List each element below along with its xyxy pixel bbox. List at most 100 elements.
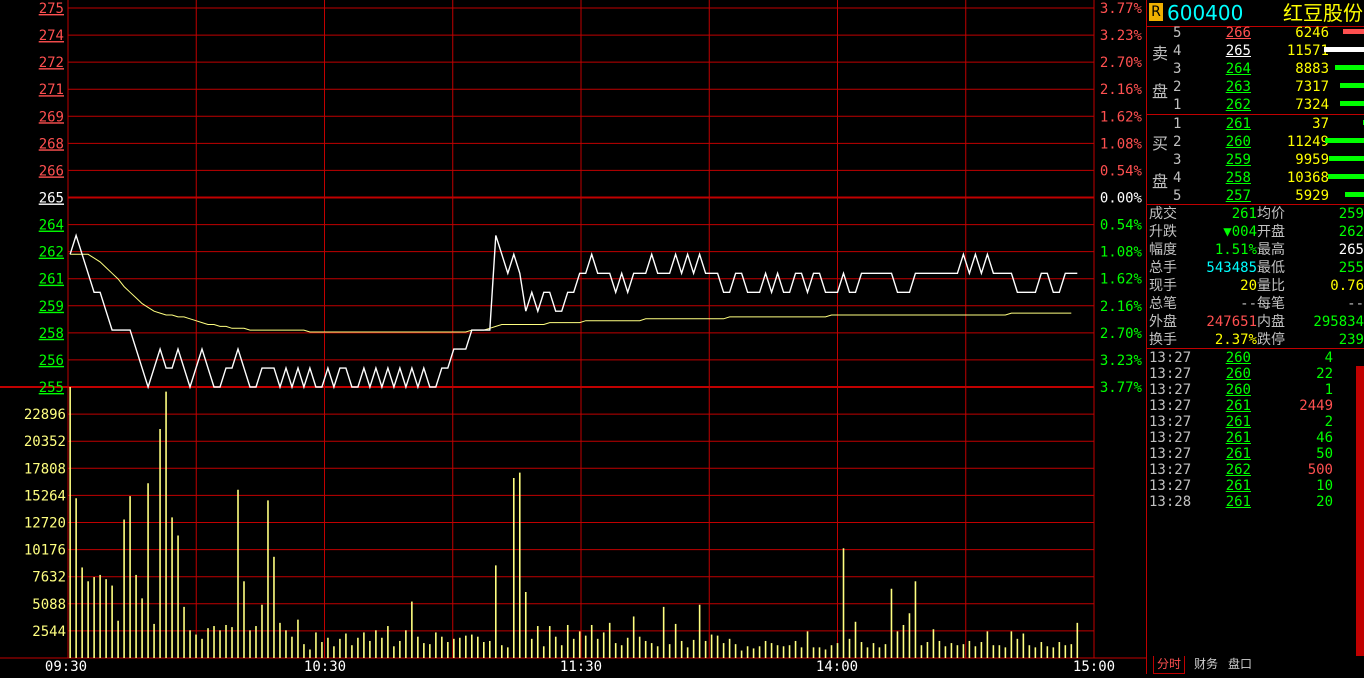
percent-tick-label: 0.54%	[1100, 218, 1143, 234]
sell-level-4[interactable]: 4 265 11571	[1147, 42, 1364, 60]
price-line	[69, 233, 1078, 390]
percent-tick-label: 2.16%	[1100, 82, 1143, 98]
level-volume: 6246	[1295, 25, 1329, 41]
stock-code[interactable]: 600400	[1167, 1, 1243, 25]
level-number: 4	[1173, 170, 1182, 186]
level-number: 3	[1173, 61, 1182, 77]
stat-value: 265	[1338, 242, 1364, 258]
percent-tick-label: 0.00%	[1100, 191, 1143, 207]
quote-panel: R 600400 红豆股份 卖 盘 买 盘 5 266 6246 4 265 11571 3…	[1146, 0, 1364, 674]
price-tick-label: 269	[39, 109, 64, 125]
stat-label: 升跌	[1149, 224, 1177, 240]
volume-tick-label: 7632	[32, 570, 66, 586]
volume-tick-label: 15264	[24, 488, 66, 504]
stock-name: 红豆股份	[1283, 1, 1363, 25]
level-number: 5	[1173, 188, 1182, 204]
stat-value: 262	[1338, 224, 1364, 240]
panel-tabs: 分时 财务 盘口	[1147, 656, 1364, 674]
r-badge-icon: R	[1149, 3, 1163, 21]
stat-row: 现手 20 量比 0.76	[1147, 277, 1364, 295]
level-volume: 37	[1312, 116, 1329, 132]
level-volume-bar	[1340, 101, 1364, 106]
buy-level-4[interactable]: 4 258 10368	[1147, 169, 1364, 187]
time-tick-label: 10:30	[304, 659, 346, 674]
tab-timeshare[interactable]: 分时	[1153, 656, 1186, 674]
stat-value: 0.76	[1330, 278, 1364, 294]
volume-tick-label: 5088	[32, 597, 66, 613]
tick-volume: 20	[1316, 494, 1333, 510]
price-tick-label: 265	[39, 191, 64, 207]
tab-handicap[interactable]: 盘口	[1225, 656, 1255, 673]
stat-value: --	[1240, 296, 1257, 312]
volume-tick-label: 22896	[24, 407, 66, 423]
level-volume: 7317	[1295, 79, 1329, 95]
volume-tick-label: 2544	[32, 624, 66, 640]
percent-tick-label: 3.77%	[1100, 380, 1143, 396]
sell-level-3[interactable]: 3 264 8883	[1147, 60, 1364, 78]
stat-row: 幅度 1.51% 最高 265	[1147, 241, 1364, 259]
stat-label: 内盘	[1257, 314, 1285, 330]
volume-tick-label: 17808	[24, 461, 66, 477]
level-price: 264	[1225, 61, 1251, 77]
stat-row: 升跌 ▼004 开盘 262	[1147, 223, 1364, 241]
level-volume: 9959	[1295, 152, 1329, 168]
tab-finance[interactable]: 财务	[1191, 656, 1221, 673]
buy-level-1[interactable]: 1 261 37	[1147, 115, 1364, 133]
stat-label: 最高	[1257, 242, 1285, 258]
level-price: 265	[1225, 43, 1251, 59]
sell-level-5[interactable]: 5 266 6246	[1147, 24, 1364, 42]
percent-tick-label: 1.62%	[1100, 109, 1143, 125]
intraday-chart[interactable]: 275 274 272 271 269 268 266 265 264 262 261 259 258 2…	[0, 0, 1146, 675]
stat-label: 开盘	[1257, 224, 1285, 240]
stat-value: 20	[1240, 278, 1257, 294]
price-tick-label: 274	[39, 28, 64, 44]
level-volume-bar	[1343, 29, 1364, 34]
stat-row: 总笔 -- 每笔 --	[1147, 295, 1364, 313]
volume-tick-label: 12720	[24, 516, 66, 532]
level-volume-bar	[1340, 83, 1364, 88]
level-price: 257	[1225, 188, 1251, 204]
chart-canvas[interactable]: 275 274 272 271 269 268 266 265 264 262 261 259 258 2…	[0, 0, 1146, 675]
percent-tick-label: 1.08%	[1100, 245, 1143, 261]
average-price-line	[70, 253, 1072, 333]
sell-level-1[interactable]: 1 262 7324	[1147, 96, 1364, 114]
stat-row: 外盘 247651 内盘 295834	[1147, 313, 1364, 331]
buy-level-5[interactable]: 5 257 5929	[1147, 187, 1364, 205]
level-volume-bar	[1325, 138, 1364, 143]
level-price: 262	[1225, 97, 1251, 113]
level-number: 5	[1173, 25, 1182, 41]
stat-label: 现手	[1149, 278, 1177, 294]
level-price: 258	[1225, 170, 1251, 186]
buy-level-2[interactable]: 2 260 11249	[1147, 133, 1364, 151]
level-volume: 11571	[1286, 43, 1329, 59]
percent-tick-label: 2.70%	[1100, 326, 1143, 342]
stat-label: 幅度	[1149, 242, 1177, 258]
stat-row: 成交 261 均价 259	[1147, 205, 1364, 223]
level-volume: 11249	[1286, 134, 1329, 150]
level-volume: 8883	[1295, 61, 1329, 77]
stat-value: 239	[1338, 332, 1364, 348]
level-number: 4	[1173, 43, 1182, 59]
price-tick-label: 266	[39, 163, 64, 179]
stat-value: 247651	[1206, 314, 1257, 330]
tick-time: 13:28	[1149, 494, 1192, 510]
level-price: 261	[1225, 116, 1251, 132]
percent-tick-label: 1.62%	[1100, 272, 1143, 288]
stat-label: 量比	[1257, 278, 1285, 294]
level-volume-bar	[1328, 174, 1364, 179]
buy-level-3[interactable]: 3 259 9959	[1147, 151, 1364, 169]
level-volume-bar	[1324, 47, 1364, 52]
tick-scrollbar[interactable]	[1356, 366, 1364, 656]
tick-row[interactable]: 13:28 261 20	[1147, 493, 1364, 511]
level-volume-bar	[1335, 65, 1364, 70]
stat-value: 261	[1231, 206, 1257, 222]
percent-tick-label: 3.23%	[1100, 28, 1143, 44]
stat-label: 外盘	[1149, 314, 1177, 330]
sell-level-2[interactable]: 2 263 7317	[1147, 78, 1364, 96]
stat-value: --	[1347, 296, 1364, 312]
stat-row: 总手 543485 最低 255	[1147, 259, 1364, 277]
level-price: 259	[1225, 152, 1251, 168]
percent-tick-label: 2.70%	[1100, 55, 1143, 71]
price-tick-label: 264	[39, 218, 64, 234]
level-price: 266	[1225, 25, 1251, 41]
